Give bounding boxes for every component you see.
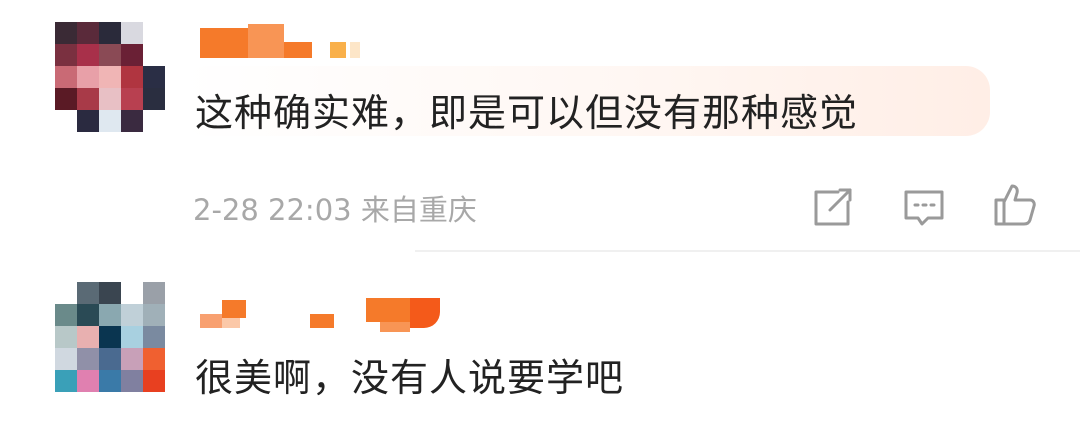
comment-text: 这种确实难，即是可以但没有那种感觉 xyxy=(195,91,859,135)
comment-icon[interactable] xyxy=(900,184,948,232)
comment-actions xyxy=(0,180,1080,240)
comment-item: 这种确实难，即是可以但没有那种感觉 2-28 22:03 来自重庆 xyxy=(0,0,1080,252)
username-censored[interactable] xyxy=(200,20,460,60)
avatar[interactable] xyxy=(55,22,165,132)
avatar[interactable] xyxy=(55,282,165,392)
share-icon[interactable] xyxy=(808,184,856,232)
thumbs-up-icon[interactable] xyxy=(990,180,1038,228)
comment-item: 很美啊，没有人说要学吧 xyxy=(0,252,1080,431)
username-censored[interactable] xyxy=(200,294,460,334)
comment-text: 很美啊，没有人说要学吧 xyxy=(195,356,625,400)
